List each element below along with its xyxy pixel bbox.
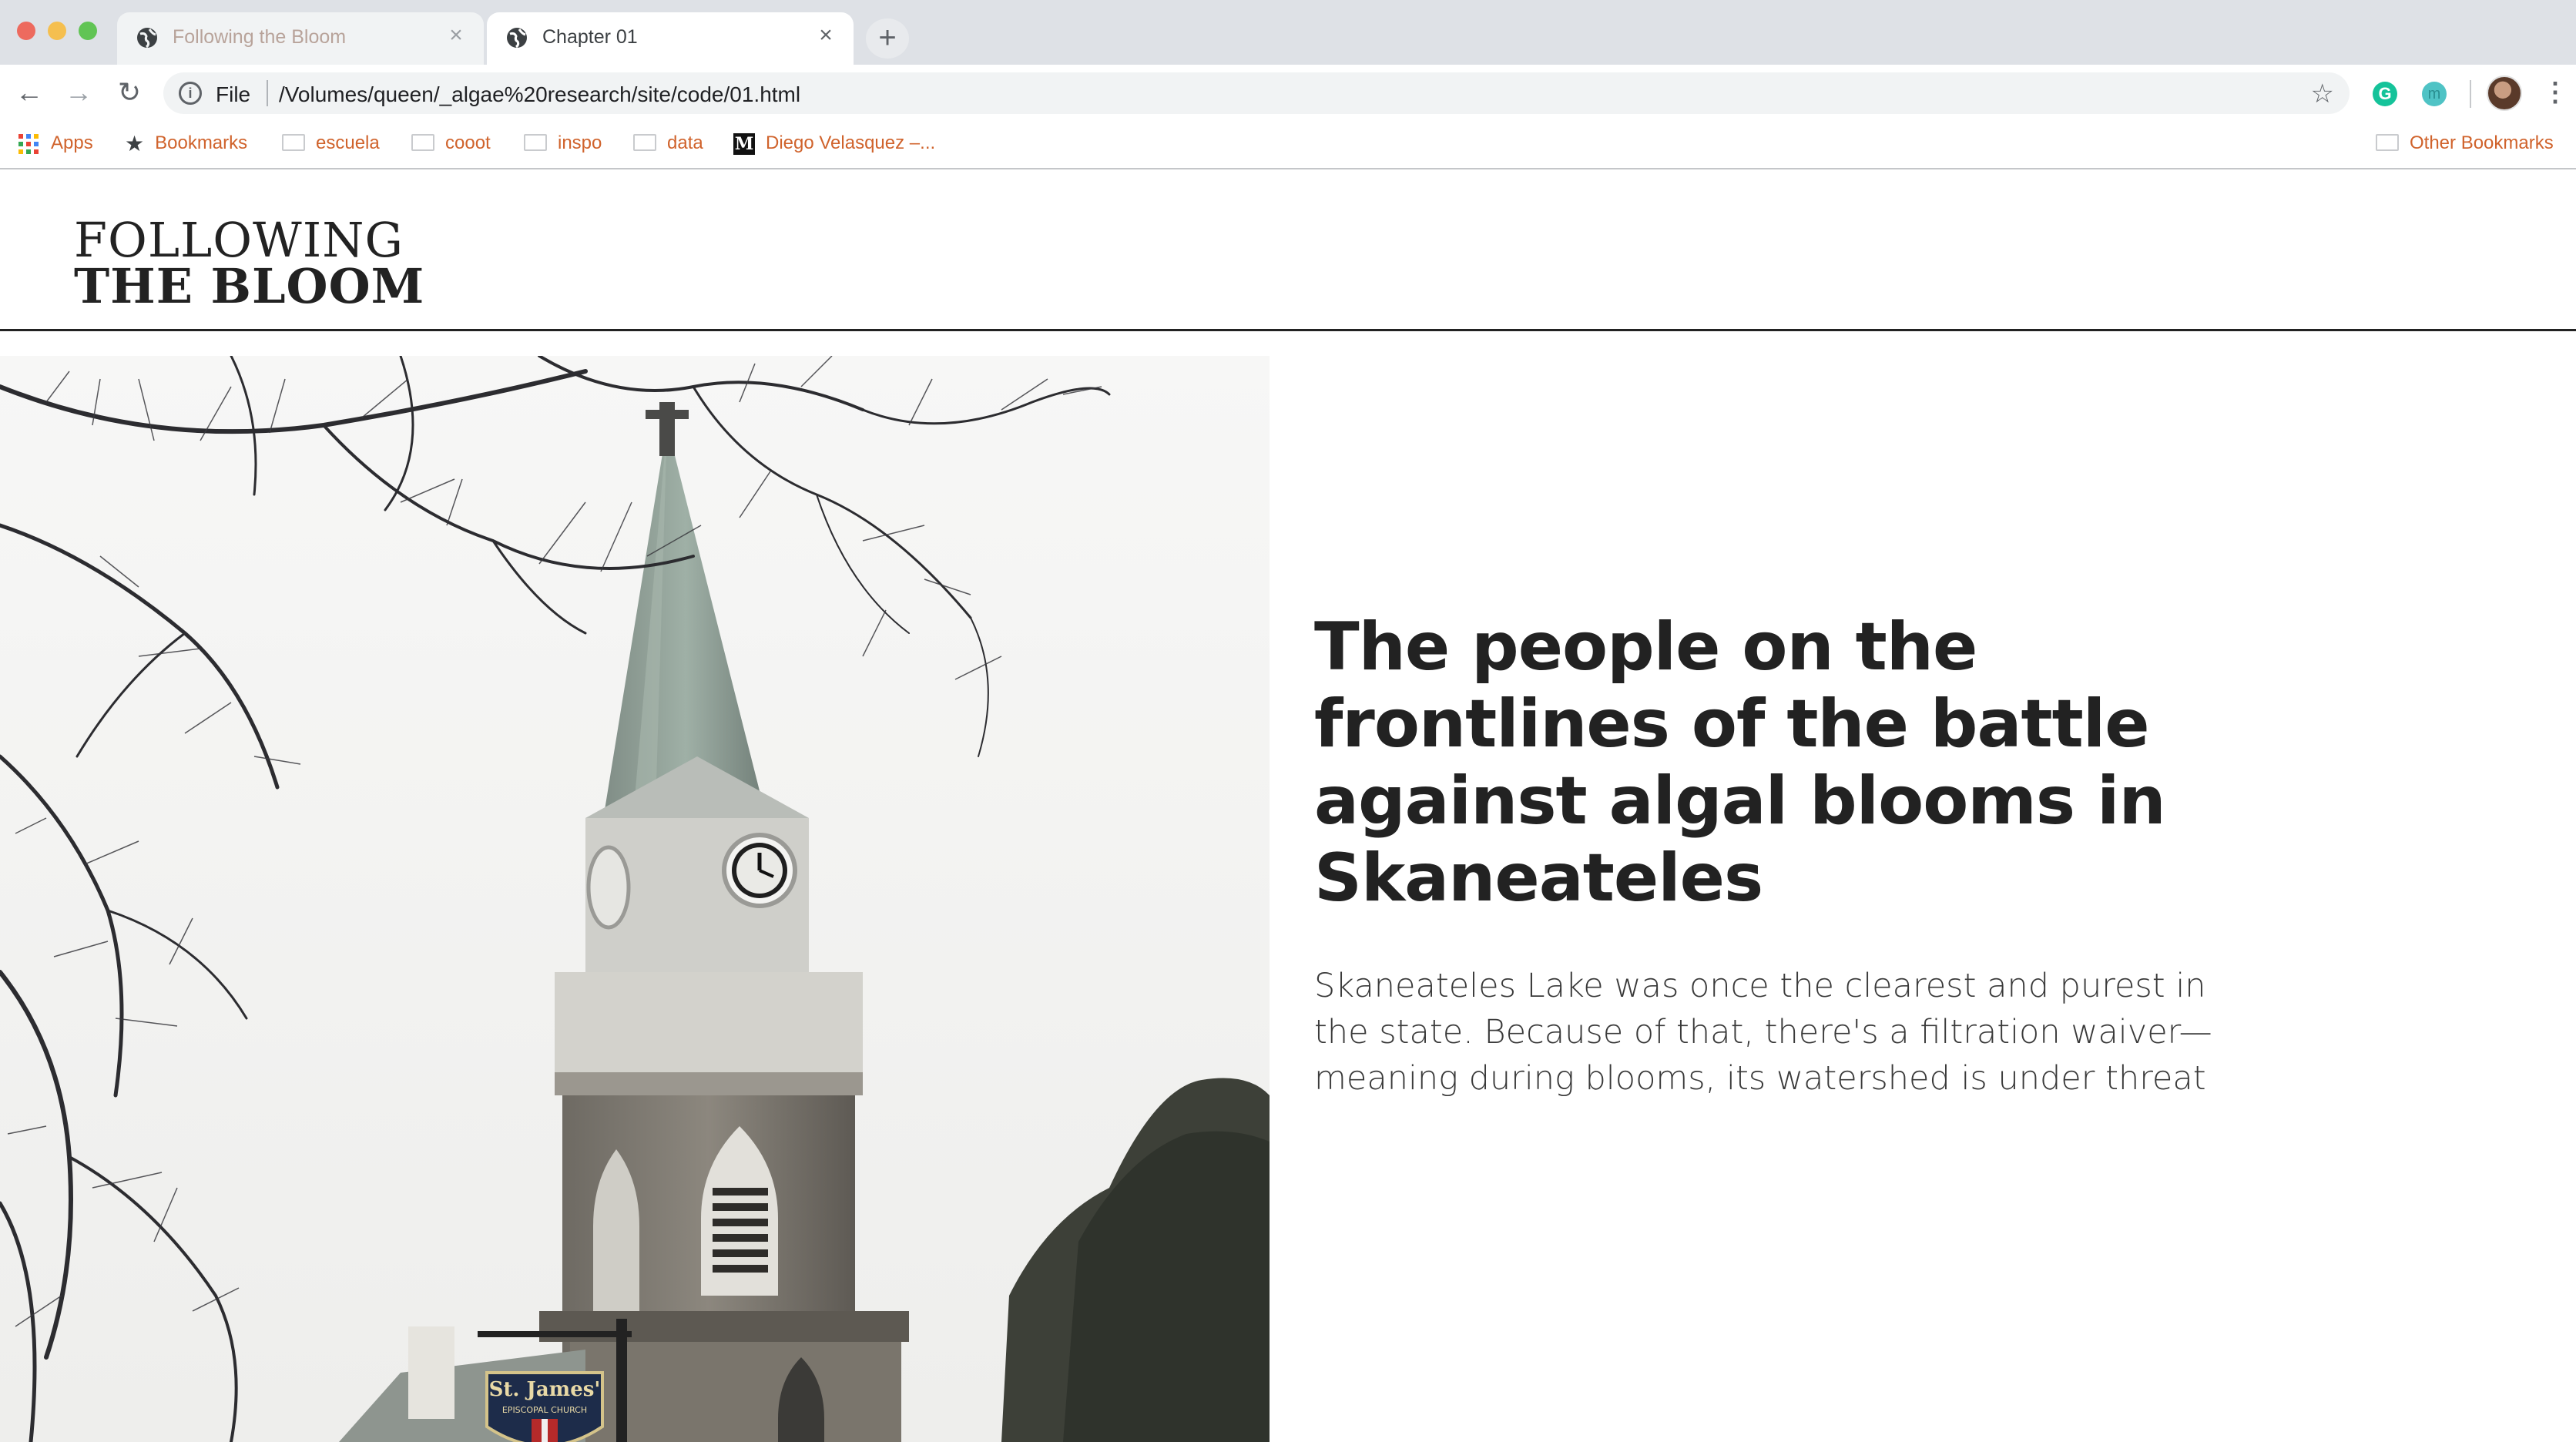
bookmark-star-icon[interactable]: ☆: [2311, 79, 2334, 109]
article-intro: The people on the frontlines of the batt…: [1314, 609, 2316, 1102]
bookmark-folder-data[interactable]: data: [633, 129, 703, 157]
globe-icon: [507, 28, 527, 49]
medium-m-icon: M: [733, 132, 755, 155]
forward-arrow-icon[interactable]: →: [62, 75, 96, 109]
bookmark-label: Other Bookmarks: [2410, 132, 2554, 153]
bookmark-folder-cooot[interactable]: cooot: [411, 129, 491, 157]
folder-icon: [411, 133, 434, 151]
bookmark-label: escuela: [316, 132, 380, 153]
bookmark-label: Bookmarks: [155, 132, 248, 153]
browser-tab-strip: Following the Bloom × Chapter 01 × +: [0, 0, 2576, 65]
info-icon[interactable]: i: [179, 82, 202, 105]
new-tab-button[interactable]: +: [866, 18, 909, 59]
sign-text-line1: St. James': [489, 1378, 601, 1401]
bookmark-folder-escuela[interactable]: escuela: [282, 129, 380, 157]
bookmark-label: data: [667, 132, 703, 153]
toolbar-divider: [2470, 80, 2471, 108]
bookmark-folder-inspo[interactable]: inspo: [524, 129, 602, 157]
bookmark-label: Apps: [51, 132, 93, 153]
profile-avatar[interactable]: [2487, 75, 2522, 111]
grammarly-extension-icon[interactable]: G: [2373, 82, 2397, 106]
bookmark-label: inspo: [558, 132, 602, 153]
article-dek: Skaneateles Lake was once the clearest a…: [1314, 967, 2212, 1098]
folder-icon: [282, 133, 305, 151]
tab-title: Chapter 01: [542, 26, 638, 48]
article-headline: The people on the frontlines of the batt…: [1314, 609, 2166, 917]
url-text[interactable]: /Volumes/queen/_algae%20research/site/co…: [279, 82, 800, 107]
sign-text-line2: EPISCOPAL CHURCH: [502, 1405, 587, 1415]
close-icon[interactable]: ×: [813, 23, 838, 48]
site-header: FOLLOWING THE BLOOM: [0, 171, 2576, 331]
browser-toolbar: ← → ↻ i File /Volumes/queen/_algae%20res…: [0, 65, 2576, 120]
other-bookmarks-folder[interactable]: Other Bookmarks: [2376, 129, 2554, 157]
bookmark-label: Diego Velasquez –...: [766, 132, 936, 153]
omnibox-divider: [267, 80, 268, 106]
close-window-button[interactable]: [17, 22, 35, 40]
extension-icon[interactable]: m: [2422, 82, 2447, 106]
more-menu-icon[interactable]: ⋮: [2542, 77, 2568, 108]
tab-chapter-01[interactable]: Chapter 01 ×: [487, 12, 854, 65]
logo-line-1: FOLLOWING: [74, 212, 404, 268]
address-bar[interactable]: i File /Volumes/queen/_algae%20research/…: [163, 72, 2350, 114]
bookmark-diego-velasquez[interactable]: M Diego Velasquez –...: [733, 129, 935, 157]
folder-icon: [524, 133, 547, 151]
folder-icon: [2376, 133, 2399, 151]
minimize-window-button[interactable]: [48, 22, 66, 40]
apps-grid-icon: [18, 133, 39, 154]
folder-icon: [633, 133, 656, 151]
zoom-window-button[interactable]: [79, 22, 97, 40]
close-icon[interactable]: ×: [444, 23, 468, 48]
bookmark-label: cooot: [445, 132, 491, 153]
bookmark-apps[interactable]: Apps: [18, 129, 93, 157]
star-icon: ★: [125, 131, 145, 156]
tab-following-the-bloom[interactable]: Following the Bloom ×: [117, 12, 484, 65]
logo-line-2: THE BLOOM: [74, 258, 425, 314]
bookmarks-bar: Apps ★ Bookmarks escuela cooot inspo data…: [0, 120, 2576, 169]
church-steeple-photo: St. James' EPISCOPAL CHURCH: [0, 356, 1270, 1442]
tab-title: Following the Bloom: [173, 26, 347, 48]
back-arrow-icon[interactable]: ←: [12, 75, 46, 109]
scheme-label: File: [216, 82, 251, 106]
reload-icon[interactable]: ↻: [112, 75, 146, 109]
bookmark-bookmarks[interactable]: ★ Bookmarks: [125, 129, 247, 157]
globe-icon: [137, 28, 157, 49]
site-logo[interactable]: FOLLOWING THE BLOOM: [74, 212, 425, 314]
